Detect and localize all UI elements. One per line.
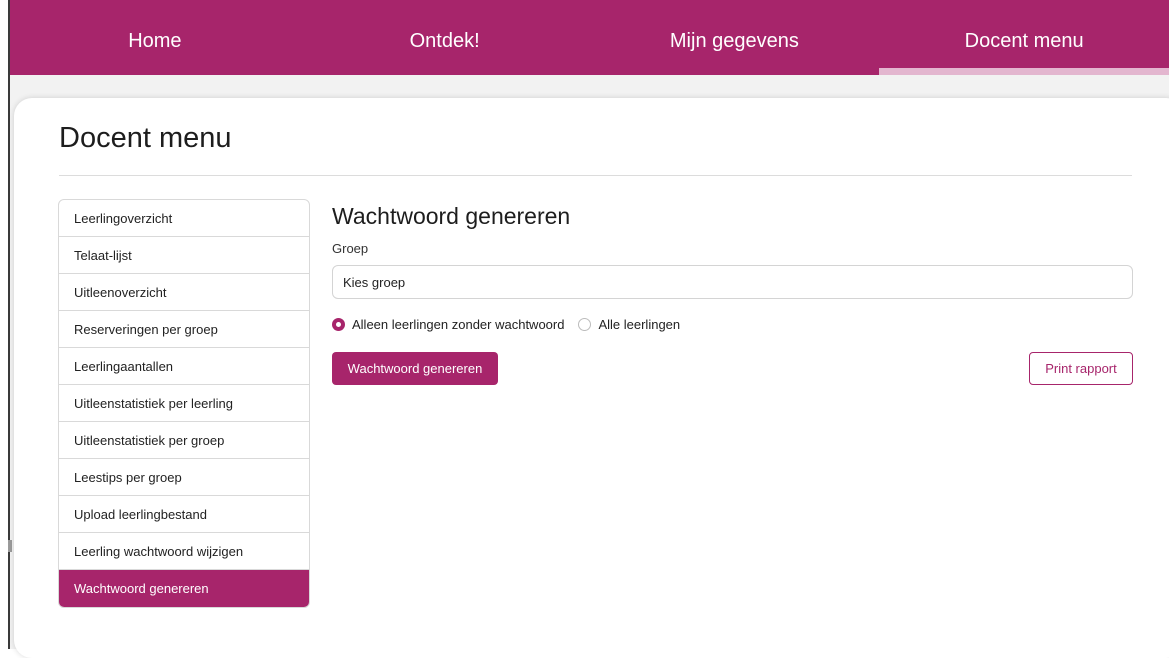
sidebar-item-reserveringen-per-groep[interactable]: Reserveringen per groep [59,311,309,348]
page-title: Docent menu [59,122,232,154]
top-navigation: Home Ontdek! Mijn gegevens Docent menu [10,0,1169,75]
nav-home[interactable]: Home [10,0,300,75]
nav-mijn-gegevens[interactable]: Mijn gegevens [590,0,880,75]
sidebar-item-wachtwoord-genereren[interactable]: Wachtwoord genereren [59,570,309,607]
sidebar-menu: Leerlingoverzicht Telaat-lijst Uitleenov… [58,199,310,608]
print-report-button[interactable]: Print rapport [1029,352,1133,385]
generate-password-button[interactable]: Wachtwoord genereren [332,352,498,385]
radio-all-students[interactable] [578,318,592,331]
group-select[interactable]: Kies groep [332,265,1133,299]
sidebar-item-leestips-per-groep[interactable]: Leestips per groep [59,459,309,496]
sidebar-item-uitleenstatistiek-per-leerling[interactable]: Uitleenstatistiek per leerling [59,385,309,422]
group-select-value: Kies groep [343,274,406,290]
radio-without-password[interactable] [332,318,345,331]
radio-without-password-label[interactable]: Alleen leerlingen zonder wachtwoord [352,317,564,332]
sidebar-item-upload-leerlingbestand[interactable]: Upload leerlingbestand [59,496,309,533]
nav-home-label: Home [128,30,182,52]
sidebar-item-telaat-lijst[interactable]: Telaat-lijst [59,237,309,274]
nav-ontdek[interactable]: Ontdek! [300,0,590,75]
group-label: Groep [332,241,369,256]
sidebar-item-leerlingaantallen[interactable]: Leerlingaantallen [59,348,309,385]
nav-docent-menu-label: Docent menu [964,30,1084,52]
radio-all-students-label[interactable]: Alle leerlingen [598,317,680,332]
nav-ontdek-label: Ontdek! [409,30,480,52]
section-title: Wachtwoord genereren [332,203,571,229]
password-scope-radio-group: Alleen leerlingen zonder wachtwoord Alle… [332,317,680,332]
sidebar-item-leerlingoverzicht[interactable]: Leerlingoverzicht [59,200,309,237]
sidebar-item-uitleenstatistiek-per-groep[interactable]: Uitleenstatistiek per groep [59,422,309,459]
nav-docent-menu[interactable]: Docent menu [879,0,1169,75]
sidebar-item-uitleenoverzicht[interactable]: Uitleenoverzicht [59,274,309,311]
sidebar-item-leerling-wachtwoord-wijzigen[interactable]: Leerling wachtwoord wijzigen [59,533,309,570]
title-divider [59,175,1132,176]
nav-mijn-gegevens-label: Mijn gegevens [669,30,799,52]
scroll-gutter-mark [8,540,12,552]
